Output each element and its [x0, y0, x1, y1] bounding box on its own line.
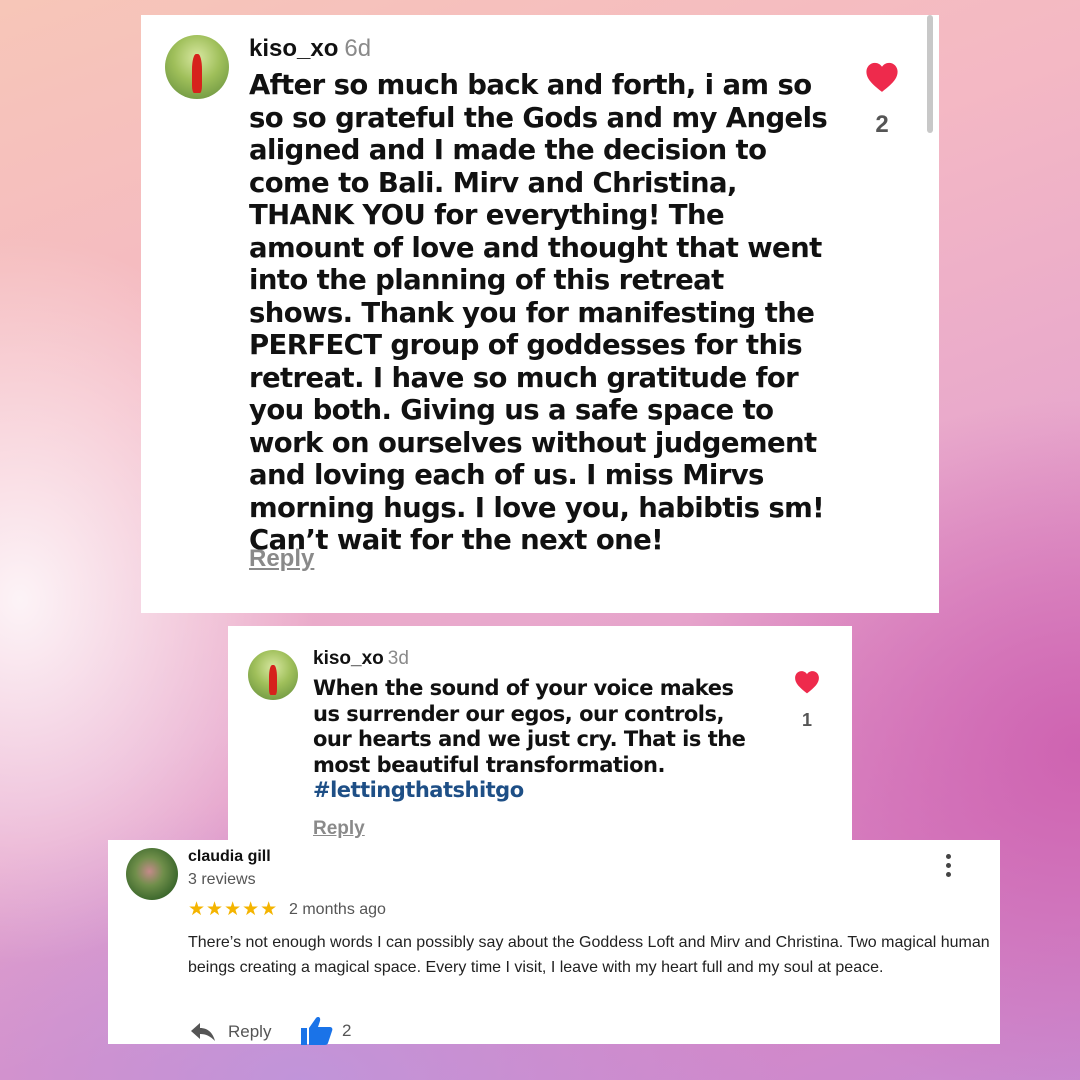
like-count: 1	[801, 710, 812, 730]
comment-text: After so much back and forth, i am so so…	[249, 69, 828, 556]
comment-body: When the sound of your voice makes us su…	[313, 676, 746, 777]
star-rating: ★★★★★	[188, 899, 279, 920]
heart-icon[interactable]	[794, 670, 820, 694]
timestamp: 3d	[387, 648, 409, 669]
username[interactable]: kiso_xo	[313, 648, 384, 669]
more-vert-icon[interactable]	[942, 854, 954, 880]
comment-header: kiso_xo 3d	[313, 648, 409, 670]
username[interactable]: kiso_xo	[249, 35, 338, 62]
thumbs-up-icon	[301, 1017, 333, 1045]
like-count: 2	[875, 111, 889, 138]
avatar[interactable]	[165, 35, 229, 99]
comment-card-1: kiso_xo 6d After so much back and forth, …	[141, 15, 939, 613]
heart-icon[interactable]	[865, 61, 899, 93]
hashtag-link[interactable]: #lettingthatshitgo	[313, 778, 524, 802]
review-text: There’s not enough words I can possibly …	[188, 934, 990, 976]
avatar[interactable]	[248, 650, 298, 700]
review-time: 2 months ago	[289, 901, 386, 918]
comment-card-2: kiso_xo 3d When the sound of your voice m…	[228, 626, 852, 856]
reply-arrow-icon	[191, 1023, 215, 1041]
like-button[interactable]: 2	[300, 1016, 351, 1046]
reply-button[interactable]: Reply	[249, 545, 314, 573]
review-card: claudia gill 3 reviews ★★★★★ 2 months ag…	[108, 840, 1000, 1046]
like-count: 2	[342, 1021, 352, 1040]
reviews-count: 3 reviews	[188, 871, 256, 888]
reply-label: Reply	[228, 1022, 272, 1041]
comment-header: kiso_xo 6d	[249, 35, 371, 63]
reviewer-name[interactable]: claudia gill	[188, 848, 271, 866]
timestamp: 6d	[344, 35, 372, 62]
reply-button[interactable]: Reply	[190, 1020, 271, 1044]
reply-button[interactable]: Reply	[313, 818, 365, 840]
avatar[interactable]	[126, 848, 178, 900]
comment-text: When the sound of your voice makes us su…	[313, 676, 763, 804]
scrollbar[interactable]	[927, 15, 933, 133]
